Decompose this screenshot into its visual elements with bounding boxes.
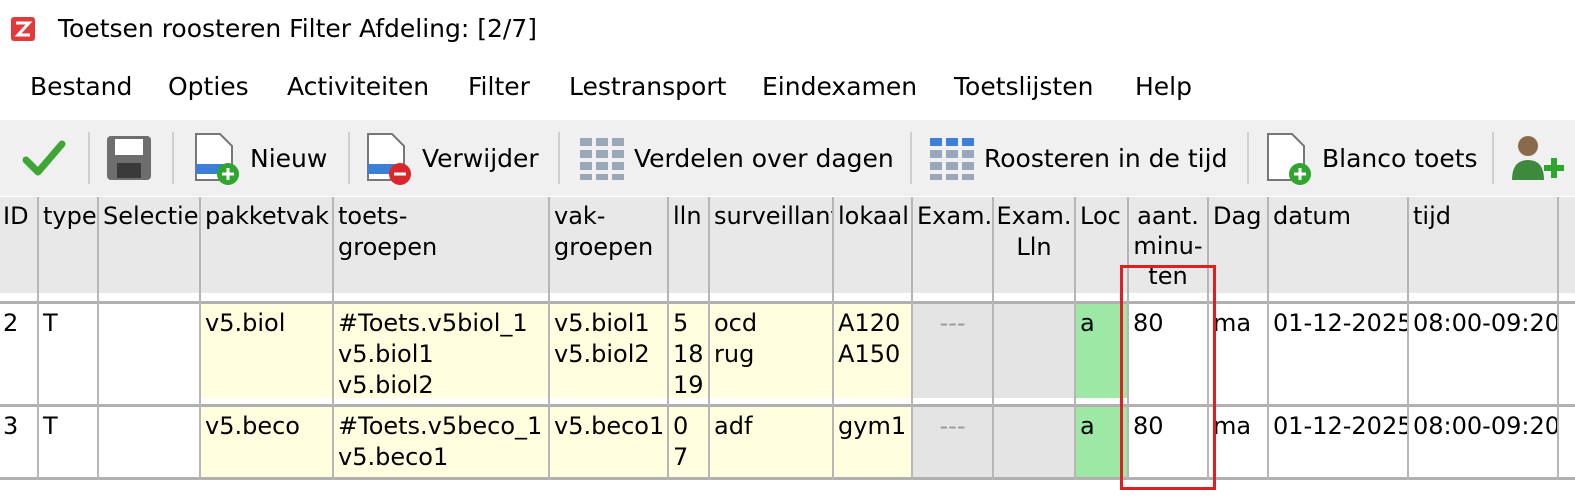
menu-filter[interactable]: Filter <box>468 72 530 101</box>
cell-id[interactable]: 3 <box>0 407 38 477</box>
cell-type[interactable]: T <box>38 407 98 477</box>
save-icon <box>107 136 151 180</box>
header-lln[interactable]: lln <box>668 197 709 293</box>
confirm-button[interactable] <box>22 128 66 188</box>
schedule-time-label: Roosteren in de tijd <box>984 143 1228 173</box>
tests-table: ID type Selectie pakketvak toets- groepe… <box>0 197 1575 500</box>
cell-lln[interactable]: 0 7 <box>668 407 709 477</box>
cell-lokaal[interactable]: gym1 <box>833 407 912 477</box>
cell-exam-lln[interactable] <box>993 304 1075 398</box>
user-add-button[interactable] <box>1506 128 1566 188</box>
header-selectie[interactable]: Selectie <box>98 197 200 293</box>
cell-loc[interactable]: a <box>1075 304 1128 398</box>
new-label: Nieuw <box>250 143 328 173</box>
cell-lln[interactable]: 5 18 19 <box>668 304 709 398</box>
header-lokaal[interactable]: lokaal <box>833 197 912 293</box>
blank-test-label: Blanco toets <box>1322 143 1478 173</box>
header-vakgroepen[interactable]: vak- groepen <box>549 197 668 293</box>
cell-datum[interactable]: 01-12-2025 <box>1268 407 1408 477</box>
cell-selectie[interactable] <box>98 407 200 477</box>
distribute-days-label: Verdelen over dagen <box>634 143 894 173</box>
new-button[interactable]: Nieuw <box>190 128 327 188</box>
cell-pakketvak[interactable]: v5.biol <box>200 304 333 398</box>
menu-lestransport[interactable]: Lestransport <box>569 72 726 101</box>
cell-dag[interactable]: ma <box>1208 304 1268 398</box>
header-surveillant[interactable]: surveillant <box>709 197 833 293</box>
schedule-time-button[interactable]: Roosteren in de tijd <box>928 128 1227 188</box>
header-pakketvak[interactable]: pakketvak <box>200 197 333 293</box>
menu-eindexamen[interactable]: Eindexamen <box>762 72 917 101</box>
cell-exam[interactable]: --- <box>912 407 993 477</box>
cell-toetsgroepen[interactable]: #Toets.v5biol_1 v5.biol1 v5.biol2 <box>333 304 549 398</box>
header-id[interactable]: ID <box>0 197 38 293</box>
header-exam[interactable]: Exam. <box>912 197 993 293</box>
cell-datum[interactable]: 01-12-2025 <box>1268 304 1408 398</box>
delete-button[interactable]: Verwijder <box>362 128 539 188</box>
menu-toetslijsten[interactable]: Toetslijsten <box>954 72 1093 101</box>
menu-bestand[interactable]: Bestand <box>30 72 132 101</box>
cell-exam[interactable]: --- <box>912 304 993 398</box>
cell-id[interactable]: 2 <box>0 304 38 398</box>
cell-tijd[interactable]: 08:00-09:20 <box>1408 407 1558 477</box>
blank-test-icon <box>1267 133 1311 185</box>
distribute-days-button[interactable]: Verdelen over dagen <box>578 128 894 188</box>
cell-aant-minuten[interactable]: 80 <box>1128 304 1208 398</box>
menu-help[interactable]: Help <box>1135 72 1192 101</box>
header-dag[interactable]: Dag <box>1208 197 1268 293</box>
menu-opties[interactable]: Opties <box>168 72 249 101</box>
title-bar: Toetsen roosteren Filter Afdeling: [2/7] <box>0 0 1575 60</box>
cell-pakketvak[interactable]: v5.beco <box>200 407 333 477</box>
cell-toetsgroepen[interactable]: #Toets.v5beco_1 v5.beco1 <box>333 407 549 477</box>
header-type[interactable]: type <box>38 197 98 293</box>
header-datum[interactable]: datum <box>1268 197 1408 293</box>
grid-icon <box>930 138 974 180</box>
header-loc[interactable]: Loc <box>1075 197 1128 293</box>
menu-activiteiten[interactable]: Activiteiten <box>287 72 429 101</box>
cell-vakgroepen[interactable]: v5.beco1 <box>549 407 668 477</box>
cell-dag[interactable]: ma <box>1208 407 1268 477</box>
cell-vakgroepen[interactable]: v5.biol1 v5.biol2 <box>549 304 668 398</box>
grid-icon <box>580 138 624 180</box>
app-icon <box>11 17 35 41</box>
header-aant-minuten[interactable]: aant. minu- ten <box>1128 197 1208 293</box>
cell-loc[interactable]: a <box>1075 407 1128 477</box>
cell-tijd[interactable]: 08:00-09:20 <box>1408 304 1558 398</box>
cell-type[interactable]: T <box>38 304 98 398</box>
check-icon <box>22 140 66 176</box>
cell-surveillant[interactable]: adf <box>709 407 833 477</box>
delete-label: Verwijder <box>422 143 539 173</box>
header-toetsgroepen[interactable]: toets- groepen <box>333 197 549 293</box>
cell-selectie[interactable] <box>98 304 200 398</box>
save-button[interactable] <box>104 128 154 188</box>
blank-test-button[interactable]: Blanco toets <box>1262 128 1478 188</box>
user-add-icon <box>1512 136 1564 180</box>
window-title: Toetsen roosteren Filter Afdeling: [2/7] <box>58 14 537 43</box>
cell-surveillant[interactable]: ocd rug <box>709 304 833 398</box>
delete-icon <box>367 133 411 185</box>
new-icon <box>195 133 239 185</box>
cell-lokaal[interactable]: A120 A150 <box>833 304 912 398</box>
header-tijd[interactable]: tijd <box>1408 197 1558 293</box>
toolbar: Nieuw Verwijder Verdelen over dagen Roos… <box>0 120 1575 196</box>
menu-bar: Bestand Opties Activiteiten Filter Lestr… <box>0 62 1575 112</box>
cell-exam-lln[interactable] <box>993 407 1075 477</box>
cell-aant-minuten[interactable]: 80 <box>1128 407 1208 477</box>
header-exam-lln[interactable]: Exam. Lln <box>993 197 1075 293</box>
